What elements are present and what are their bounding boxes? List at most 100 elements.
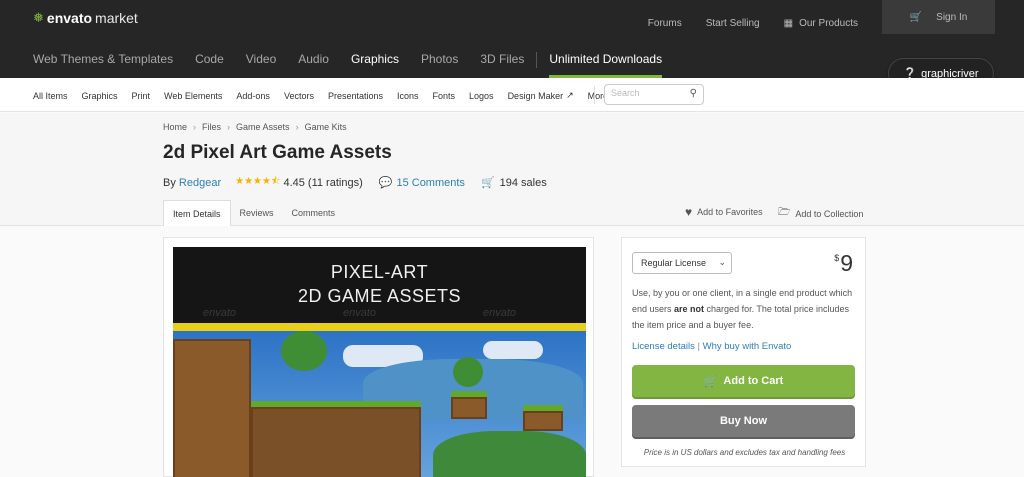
- comment-bubble-icon: 💬: [378, 177, 393, 189]
- heart-icon: ♥: [685, 205, 693, 219]
- by-label: By: [163, 176, 176, 189]
- license-desc-emphasis: are not: [674, 304, 705, 314]
- floating-platform: [523, 411, 563, 431]
- license-select[interactable]: Regular License ⌄: [632, 252, 732, 274]
- cat-icons[interactable]: Icons: [397, 90, 419, 101]
- start-selling-link[interactable]: Start Selling: [706, 18, 760, 29]
- item-preview: PIXEL-ART 2D GAME ASSETS envato envato e…: [163, 237, 594, 477]
- crumb-separator-icon: ›: [193, 122, 197, 132]
- crumb-game-assets[interactable]: Game Assets: [236, 122, 290, 132]
- cat-graphics[interactable]: Graphics: [82, 90, 118, 101]
- folder-icon: 🗁: [778, 207, 791, 218]
- license-value: Regular License: [641, 258, 707, 268]
- category-nav: All Items Graphics Print Web Elements Ad…: [0, 78, 1024, 112]
- item-header: Home › Files › Game Assets › Game Kits 2d P…: [0, 113, 1024, 226]
- tab-reviews[interactable]: Reviews: [231, 200, 283, 226]
- cat-fonts[interactable]: Fonts: [433, 90, 456, 101]
- rating-stars: ★★★★⯪: [235, 176, 281, 187]
- cart-icon: 🛒: [703, 375, 718, 388]
- cart-icon: 🛒: [480, 177, 495, 189]
- banner-line-1: PIXEL-ART: [330, 262, 429, 282]
- cat-design-maker[interactable]: Design Maker ↗: [508, 90, 574, 101]
- search-placeholder: Search: [611, 88, 640, 98]
- brand-name: envato: [46, 10, 93, 26]
- add-to-cart-button[interactable]: 🛒 Add to Cart: [632, 365, 855, 397]
- floating-platform: [451, 397, 487, 419]
- crumb-home[interactable]: Home: [163, 122, 187, 132]
- crumb-game-kits[interactable]: Game Kits: [305, 122, 347, 132]
- top-links: Forums Start Selling ▦ Our Products 🛒 Si…: [648, 0, 1024, 34]
- banner-line-2: 2D GAME ASSETS: [297, 286, 462, 306]
- nav-code[interactable]: Code: [195, 52, 224, 78]
- external-link-icon: ↗: [566, 90, 574, 100]
- leaf-icon: ❅: [33, 10, 44, 25]
- tab-item-details[interactable]: Item Details: [163, 200, 231, 226]
- chevron-down-icon: ⌄: [718, 257, 726, 267]
- crumb-files[interactable]: Files: [202, 122, 221, 132]
- cat-all-items[interactable]: All Items: [33, 90, 68, 101]
- design-maker-label: Design Maker: [507, 90, 564, 101]
- comments-label: 15 Comments: [396, 176, 465, 189]
- nav-3d-files[interactable]: 3D Files: [480, 52, 524, 78]
- comments-link[interactable]: 💬 15 Comments: [378, 176, 465, 190]
- price-value: 9: [840, 250, 853, 276]
- buy-now-button[interactable]: Buy Now: [632, 405, 855, 437]
- search-input[interactable]: Search ⚲: [604, 84, 704, 105]
- game-scene: [173, 331, 586, 477]
- crumb-separator-icon: ›: [295, 122, 299, 132]
- our-products-label: Our Products: [799, 18, 858, 29]
- sign-in-button[interactable]: 🛒 Sign In: [882, 0, 995, 34]
- add-to-cart-label: Add to Cart: [723, 375, 784, 387]
- price: $9: [834, 250, 853, 277]
- cat-vectors[interactable]: Vectors: [284, 90, 314, 101]
- currency-symbol: $: [834, 253, 840, 263]
- rating-text: 4.45 (11 ratings): [283, 176, 363, 189]
- watermark: envato: [203, 307, 237, 319]
- cart-icon: 🛒: [909, 11, 923, 23]
- add-to-collection-button[interactable]: 🗁 Add to Collection: [778, 205, 863, 222]
- crumb-separator-icon: ›: [227, 122, 231, 132]
- cloud: [483, 341, 543, 359]
- add-to-favorites-button[interactable]: ♥ Add to Favorites: [685, 205, 763, 219]
- preview-image[interactable]: PIXEL-ART 2D GAME ASSETS envato envato e…: [173, 247, 586, 477]
- nav-graphics[interactable]: Graphics: [351, 52, 399, 78]
- tree: [453, 357, 483, 387]
- nav-web-themes[interactable]: Web Themes & Templates: [33, 52, 173, 78]
- license-description: Use, by you or one client, in a single e…: [632, 285, 860, 333]
- ground-block: [251, 407, 421, 477]
- near-bushes: [433, 431, 586, 477]
- page-title: 2d Pixel Art Game Assets: [163, 142, 392, 163]
- cat-web-elements[interactable]: Web Elements: [164, 90, 222, 101]
- nav-video[interactable]: Video: [246, 52, 276, 78]
- favorites-label: Add to Favorites: [697, 207, 763, 217]
- tab-comments[interactable]: Comments: [283, 200, 345, 226]
- breadcrumb: Home › Files › Game Assets › Game Kits: [163, 122, 347, 132]
- envato-logo[interactable]: ❅ envato market: [33, 10, 138, 26]
- search-icon[interactable]: ⚲: [690, 88, 697, 99]
- license-details-link[interactable]: License details: [632, 341, 695, 352]
- collection-label: Add to Collection: [795, 208, 864, 219]
- author-link[interactable]: Redgear: [179, 177, 221, 189]
- cat-logos[interactable]: Logos: [469, 90, 494, 101]
- forums-link[interactable]: Forums: [648, 18, 682, 29]
- purchase-panel: Regular License ⌄ $9 Use, by you or one …: [621, 237, 866, 467]
- cat-add-ons[interactable]: Add-ons: [236, 90, 270, 101]
- main-nav: Web Themes & Templates Code Video Audio …: [33, 52, 684, 78]
- grid-icon: ▦: [783, 18, 794, 29]
- our-products-link[interactable]: ▦ Our Products: [784, 18, 858, 29]
- sales-count: 🛒 194 sales: [480, 176, 547, 190]
- sign-in-label: Sign In: [936, 11, 968, 23]
- nav-photos[interactable]: Photos: [421, 52, 458, 78]
- cat-presentations[interactable]: Presentations: [328, 90, 383, 101]
- tree: [281, 331, 327, 371]
- watermark: envato: [483, 307, 517, 319]
- link-separator: |: [697, 341, 700, 352]
- brand-suffix: market: [95, 10, 138, 26]
- license-links: License details | Why buy with Envato: [632, 341, 791, 352]
- cat-print[interactable]: Print: [132, 90, 151, 101]
- nav-divider: [536, 52, 538, 68]
- nav-audio[interactable]: Audio: [298, 52, 329, 78]
- why-buy-link[interactable]: Why buy with Envato: [703, 341, 792, 352]
- item-tabs: Item Details Reviews Comments: [163, 200, 344, 226]
- nav-unlimited-downloads[interactable]: Unlimited Downloads: [549, 52, 662, 78]
